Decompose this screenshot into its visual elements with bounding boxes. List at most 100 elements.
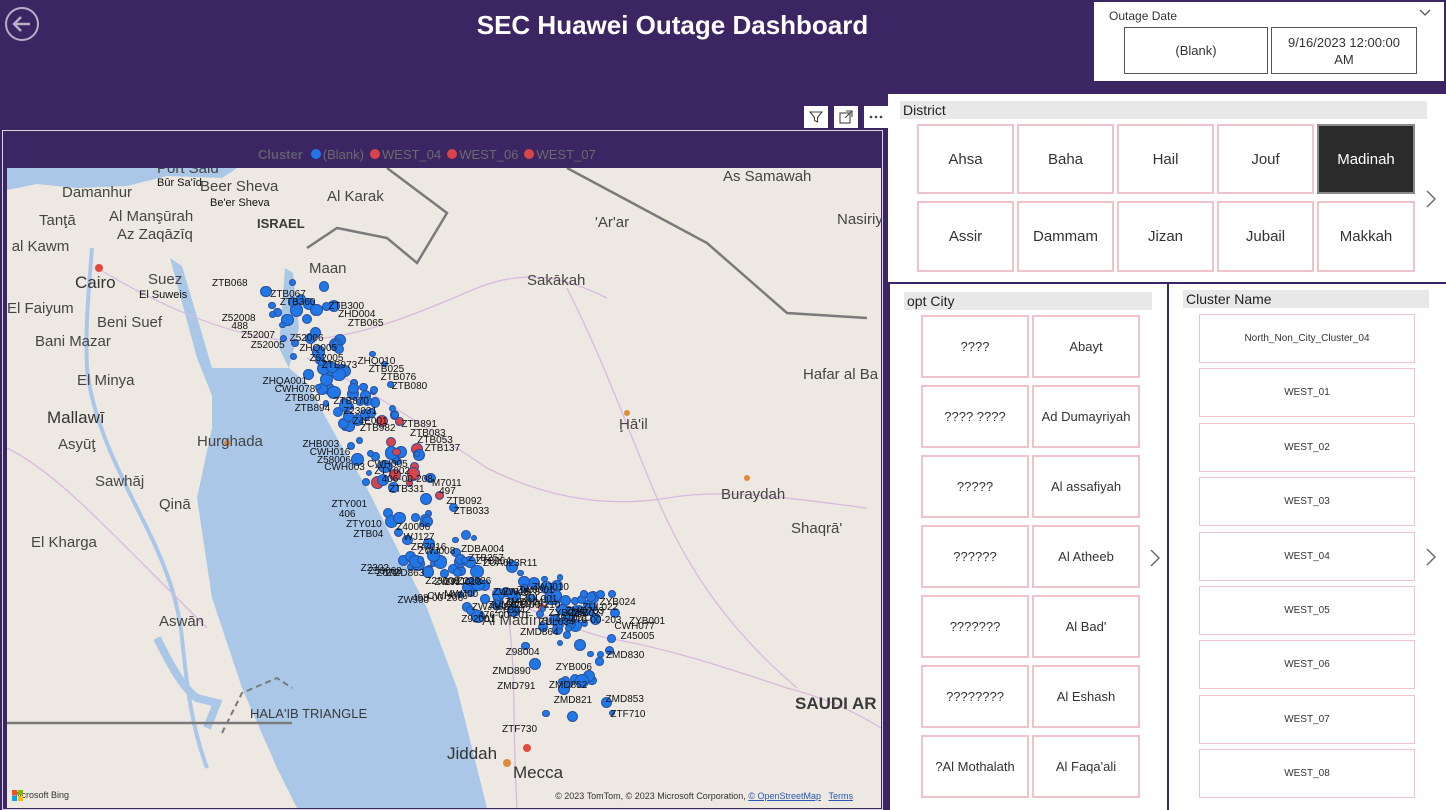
more-options-icon (869, 115, 883, 119)
map-canvas[interactable]: Port Said Bûr Sa'îd Damanhur Beer Sheva … (7, 168, 881, 808)
map-place-label: Nasiriy (837, 211, 881, 228)
back-arrow-icon (12, 16, 30, 32)
focus-mode-button[interactable] (834, 106, 858, 128)
map-place-label: Tanţā (39, 212, 76, 229)
outage-site-marker[interactable] (302, 313, 313, 324)
map-place-label: Maan (309, 260, 347, 277)
city-tile[interactable]: Al Atheeb (1032, 525, 1140, 588)
city-tile[interactable]: Abayt (1032, 315, 1140, 378)
chevron-down-icon[interactable] (1419, 8, 1431, 18)
site-code-label: Z22026 (457, 575, 492, 587)
map-place-label: Hafar al Ba (803, 366, 879, 383)
outage-date-option-blank[interactable]: (Blank) (1124, 27, 1268, 74)
legend-label: (Blank) (322, 146, 364, 162)
bing-logo: Microsoft Bing (12, 790, 69, 801)
outage-site-marker[interactable] (414, 450, 421, 457)
map-place-label: Jiddah (447, 744, 498, 763)
map-place-label: Port Said (157, 168, 219, 177)
map-place-label: Mecca (513, 763, 564, 782)
map-place-label: Mallawī (47, 408, 105, 427)
outage-site-marker[interactable] (392, 448, 401, 457)
map-place-label: El Kharga (31, 534, 97, 551)
cluster-tile[interactable]: WEST_03 (1199, 477, 1415, 527)
outage-site-marker[interactable] (471, 534, 478, 541)
site-code-label: ZTB080 (391, 380, 428, 392)
city-tile[interactable]: ??????? (921, 595, 1029, 658)
outage-site-marker[interactable] (580, 589, 588, 598)
map-place-label: El Faiyum (7, 300, 74, 317)
cluster-tile[interactable]: WEST_02 (1199, 422, 1415, 472)
map-place-label: Cairo (75, 273, 116, 292)
outage-site-marker[interactable] (410, 513, 420, 522)
legend-title: Cluster (258, 146, 303, 162)
outage-site-marker[interactable] (562, 630, 571, 640)
district-tile-jubail[interactable]: Jubail (1217, 201, 1314, 272)
legend-item-west-07[interactable]: WEST_07 (524, 147, 596, 162)
city-tile[interactable]: ????? (921, 455, 1029, 518)
chevron-right-icon[interactable] (1425, 547, 1437, 567)
outage-site-marker[interactable] (268, 311, 276, 319)
site-code-label: ZTB033 (453, 506, 490, 518)
legend-dot (369, 149, 380, 159)
district-tile-dammam[interactable]: Dammam (1017, 201, 1114, 272)
cluster-tile[interactable]: WEST_08 (1199, 749, 1415, 799)
microsoft-logo-icon (12, 790, 23, 801)
district-tile-ahsa[interactable]: Ahsa (917, 124, 1014, 194)
site-code-label: 476-00-210 (509, 600, 561, 612)
chevron-right-icon[interactable] (1425, 189, 1437, 209)
site-code-label: ZTB137 (424, 442, 461, 454)
cluster-tile[interactable]: WEST_05 (1199, 586, 1415, 635)
outage-site-marker[interactable] (366, 449, 374, 457)
city-tile[interactable]: ?????? (921, 525, 1029, 588)
city-slicer: opt City ???? Abayt???? ???? Ad Dumayriyah… (890, 284, 1167, 810)
city-tile[interactable]: Al Bad' (1032, 595, 1140, 658)
city-tile[interactable]: Al Eshash (1032, 665, 1140, 728)
district-tile-jizan[interactable]: Jizan (1117, 201, 1214, 272)
map-place-label: El Minya (77, 372, 135, 389)
site-code-label: ZTB065 (347, 317, 384, 329)
city-tile[interactable]: ???????? (921, 665, 1029, 728)
district-tile-jouf[interactable]: Jouf (1217, 124, 1314, 194)
cluster-tile[interactable]: WEST_01 (1199, 368, 1415, 418)
site-code-label: ZTB331 (388, 483, 425, 495)
outage-site-marker[interactable] (369, 385, 378, 394)
cluster-tile[interactable]: WEST_04 (1199, 531, 1415, 581)
city-tile[interactable]: Al Faqa'ali (1032, 735, 1140, 798)
map-place-label: Asyūţ (58, 436, 96, 453)
cluster-tile[interactable]: North_Non_City_Cluster_04 (1199, 314, 1415, 363)
back-button[interactable] (5, 7, 39, 41)
legend-item-blank[interactable]: (Blank) (310, 146, 364, 162)
map-place-label: Bûr Sa'îd (157, 177, 202, 189)
outage-date-label: Outage Date (1109, 9, 1178, 23)
legend-item-west-06[interactable]: WEST_06 (447, 147, 518, 162)
outage-site-marker[interactable] (587, 650, 594, 658)
chevron-right-icon[interactable] (1149, 548, 1161, 568)
district-tile-madinah[interactable]: Madinah (1317, 124, 1415, 194)
outage-site-marker[interactable] (597, 651, 605, 658)
cluster-tile[interactable]: WEST_07 (1199, 694, 1415, 744)
outage-site-marker[interactable] (417, 556, 425, 564)
more-options-button[interactable] (864, 106, 888, 128)
filter-button[interactable] (804, 106, 828, 128)
map-attribution: © 2023 TomTom, © 2023 Microsoft Corporat… (555, 791, 853, 801)
district-tile-assir[interactable]: Assir (917, 201, 1014, 272)
city-tile[interactable]: ?Al Mothalath (921, 735, 1029, 798)
district-tile-baha[interactable]: Baha (1017, 124, 1114, 194)
map-place-label: Shaqrā' (791, 520, 843, 537)
city-tile[interactable]: Al assafiyah (1032, 455, 1140, 518)
outage-site-marker[interactable] (359, 382, 368, 392)
terms-link[interactable]: Terms (829, 791, 854, 801)
openstreetmap-link[interactable]: © OpenStreetMap (748, 791, 821, 801)
site-code-label: ZTB982 (359, 423, 396, 435)
district-tile-makkah[interactable]: Makkah (1317, 201, 1415, 272)
city-tile[interactable]: ???? ???? (921, 385, 1029, 448)
cluster-tile[interactable]: WEST_06 (1199, 640, 1415, 690)
legend-item-west-04[interactable]: WEST_04 (369, 147, 441, 162)
outage-site-marker[interactable] (595, 657, 604, 666)
outage-site-marker[interactable] (542, 709, 550, 718)
city-tile[interactable]: Ad Dumayriyah (1032, 385, 1140, 448)
outage-site-marker[interactable] (289, 353, 297, 361)
city-tile[interactable]: ???? (921, 315, 1029, 378)
outage-date-option-date[interactable]: 9/16/2023 12:00:00 AM (1271, 27, 1417, 74)
district-tile-hail[interactable]: Hail (1117, 124, 1214, 194)
